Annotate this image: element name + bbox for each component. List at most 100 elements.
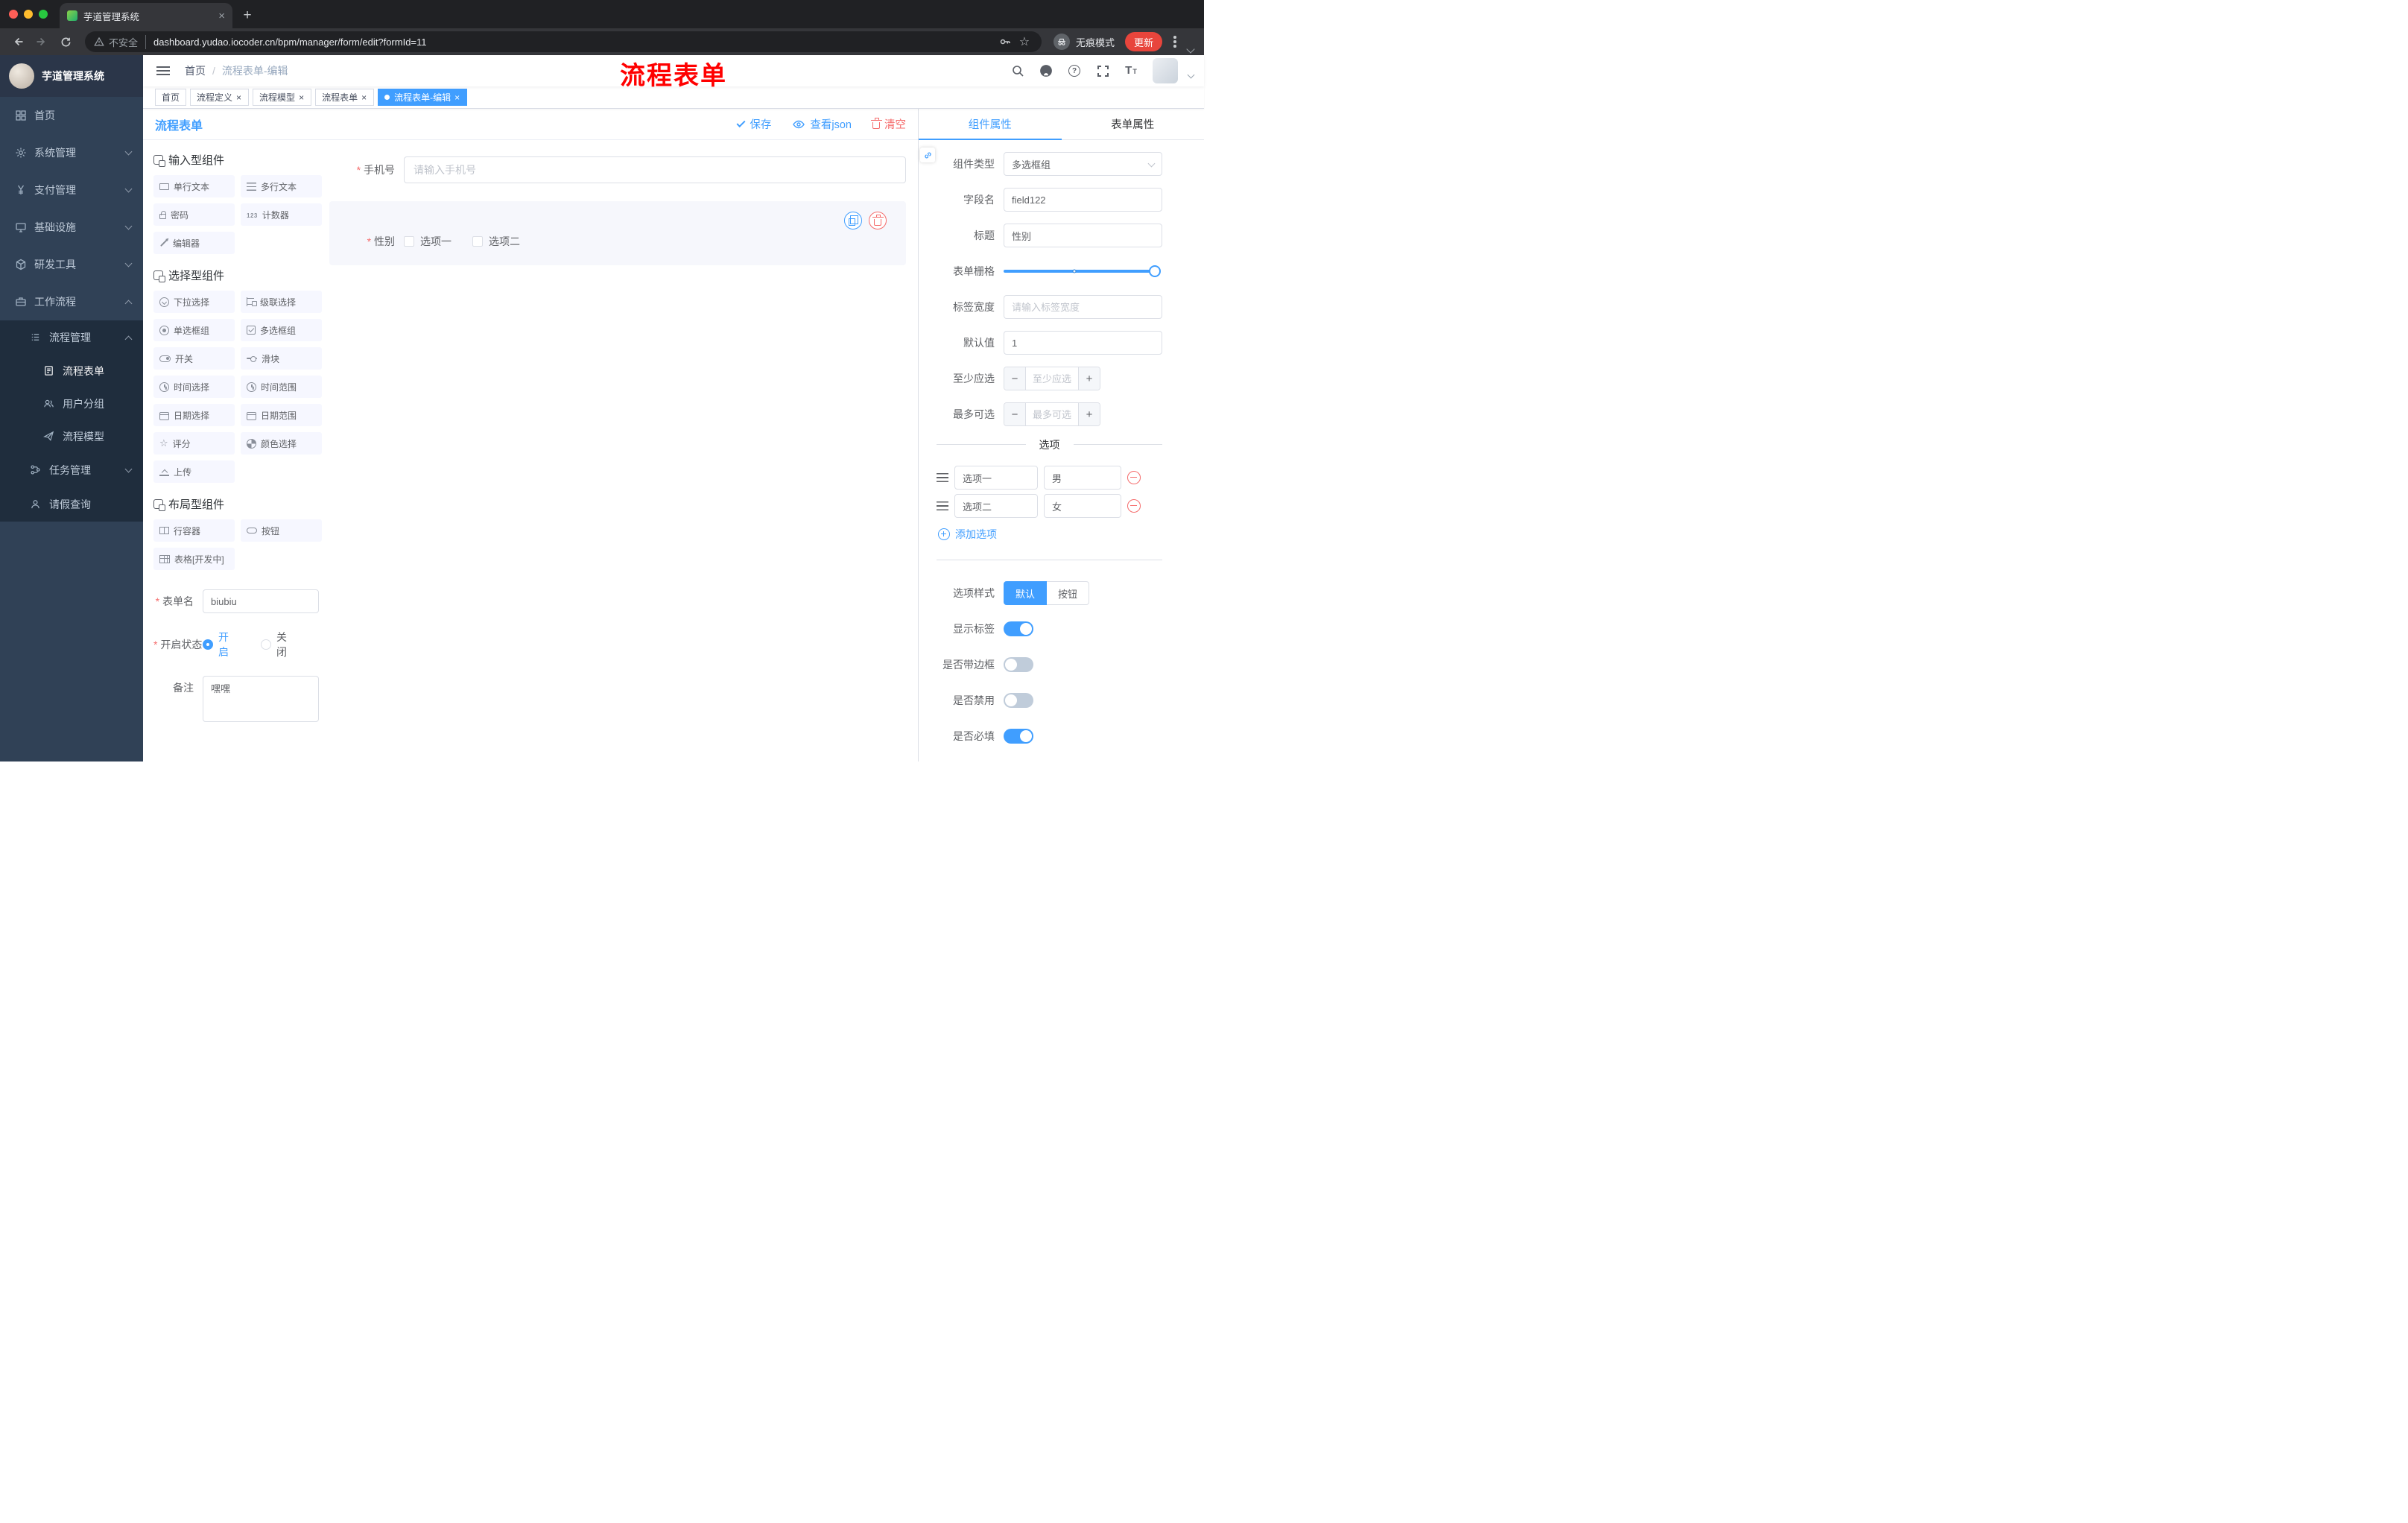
back-button[interactable] (7, 31, 28, 52)
style-default-button[interactable]: 默认 (1004, 581, 1048, 605)
option-remove-button[interactable] (1127, 499, 1141, 513)
required-switch[interactable] (1004, 729, 1033, 744)
chip-date-picker[interactable]: 日期选择 (153, 404, 235, 426)
tag-close-icon[interactable]: × (298, 93, 305, 102)
chip-color-picker[interactable]: 颜色选择 (241, 432, 322, 455)
forward-button[interactable] (31, 31, 52, 52)
sidebar-item-devtools[interactable]: 研发工具 (0, 246, 143, 283)
form-name-input[interactable] (203, 589, 319, 613)
user-avatar[interactable] (1153, 58, 1178, 83)
increase-button[interactable]: + (1078, 403, 1100, 425)
gender-option1-checkbox[interactable]: 选项一 (404, 234, 452, 249)
chip-textarea[interactable]: 多行文本 (241, 175, 322, 197)
sidebar-item-payment[interactable]: 支付管理 (0, 171, 143, 209)
show-label-switch[interactable] (1004, 621, 1033, 636)
decrease-button[interactable]: − (1004, 367, 1026, 390)
option-label-input[interactable] (954, 466, 1038, 490)
tab-component-props[interactable]: 组件属性 (919, 109, 1062, 139)
save-button[interactable]: 保存 (736, 116, 771, 132)
delete-field-button[interactable] (869, 212, 887, 229)
chip-upload[interactable]: 上传 (153, 460, 235, 483)
field-name-input[interactable] (1004, 188, 1162, 212)
tag-process-model[interactable]: 流程模型 × (253, 89, 312, 106)
tag-home[interactable]: 首页 (155, 89, 187, 106)
component-type-select[interactable]: 多选框组 (1004, 152, 1162, 176)
tab-form-props[interactable]: 表单属性 (1062, 109, 1205, 139)
github-icon[interactable] (1035, 60, 1057, 82)
sidebar-item-home[interactable]: 首页 (0, 97, 143, 134)
remark-textarea[interactable]: 嘿嘿 (203, 676, 319, 722)
security-label[interactable]: 不安全 (109, 34, 147, 49)
sidebar-item-process-management[interactable]: 流程管理 (0, 320, 143, 355)
chip-table[interactable]: 表格[开发中] (153, 548, 235, 570)
tag-close-icon[interactable]: × (454, 93, 460, 102)
title-input[interactable] (1004, 224, 1162, 247)
new-tab-button[interactable]: + (237, 5, 258, 26)
chevron-down-icon[interactable] (1186, 45, 1195, 54)
browser-menu-button[interactable] (1165, 32, 1185, 51)
status-off-radio[interactable]: 关闭 (261, 630, 297, 659)
sidebar-item-task-management[interactable]: 任务管理 (0, 453, 143, 487)
link-icon[interactable] (920, 148, 935, 162)
chip-time-range[interactable]: 时间范围 (241, 376, 322, 398)
default-value-input[interactable] (1004, 331, 1162, 355)
search-icon[interactable] (1007, 60, 1029, 82)
border-switch[interactable] (1004, 657, 1033, 672)
chip-cascader[interactable]: 级联选择 (241, 291, 322, 313)
chrome-update-button[interactable]: 更新 (1124, 32, 1162, 51)
gender-option2-checkbox[interactable]: 选项二 (472, 234, 520, 249)
copy-field-button[interactable] (844, 212, 862, 229)
slider-handle[interactable] (1149, 265, 1161, 277)
option-remove-button[interactable] (1127, 471, 1141, 484)
tab-close-icon[interactable]: × (218, 10, 225, 22)
style-button-button[interactable]: 按钮 (1047, 581, 1090, 605)
chip-switch[interactable]: 开关 (153, 347, 235, 370)
sidebar-item-process-form[interactable]: 流程表单 (0, 355, 143, 387)
collapse-sidebar-icon[interactable] (156, 66, 171, 76)
zoom-window-button[interactable] (39, 10, 48, 19)
status-on-radio[interactable]: 开启 (203, 630, 238, 659)
reload-button[interactable] (55, 31, 76, 52)
address-bar[interactable]: 不安全 dashboard.yudao.iocoder.cn/bpm/manag… (85, 31, 1042, 52)
chip-counter[interactable]: 计数器 (241, 203, 322, 226)
chip-checkbox-group[interactable]: 多选框组 (241, 319, 322, 341)
drag-handle-icon[interactable] (937, 473, 948, 482)
label-width-input[interactable] (1004, 295, 1162, 319)
chip-single-line-text[interactable]: 单行文本 (153, 175, 235, 197)
tag-close-icon[interactable]: × (361, 93, 367, 102)
add-option-link[interactable]: 添加选项 (938, 527, 1162, 542)
password-key-icon[interactable] (995, 32, 1015, 51)
tag-process-form-edit[interactable]: 流程表单-编辑 × (378, 89, 468, 106)
option-value-input[interactable] (1044, 466, 1121, 490)
close-window-button[interactable] (9, 10, 18, 19)
increase-button[interactable]: + (1078, 367, 1100, 390)
tag-close-icon[interactable]: × (235, 93, 242, 102)
max-select-input[interactable] (1026, 403, 1078, 425)
breadcrumb-home[interactable]: 首页 (185, 63, 206, 78)
disabled-switch[interactable] (1004, 693, 1033, 708)
sidebar-item-user-group[interactable]: 用户分组 (0, 387, 143, 420)
font-size-icon[interactable] (1120, 60, 1142, 82)
avatar-caret-icon[interactable] (1187, 71, 1195, 78)
chip-password[interactable]: 密码 (153, 203, 235, 226)
tag-process-definition[interactable]: 流程定义 × (190, 89, 250, 106)
phone-input[interactable] (404, 156, 906, 183)
chip-radio-group[interactable]: 单选框组 (153, 319, 235, 341)
canvas-field-phone[interactable]: 手机号 (329, 156, 906, 183)
sidebar-item-workflow[interactable]: 工作流程 (0, 283, 143, 320)
help-icon[interactable] (1063, 60, 1086, 82)
clear-button[interactable]: 清空 (870, 116, 906, 132)
chip-date-range[interactable]: 日期范围 (241, 404, 322, 426)
chip-editor[interactable]: 编辑器 (153, 232, 235, 254)
sidebar-item-leave-query[interactable]: 请假查询 (0, 487, 143, 522)
chip-slider[interactable]: 滑块 (241, 347, 322, 370)
tag-process-form[interactable]: 流程表单 × (315, 89, 375, 106)
chip-time-picker[interactable]: 时间选择 (153, 376, 235, 398)
chip-row-container[interactable]: 行容器 (153, 519, 235, 542)
fullscreen-icon[interactable] (1091, 60, 1114, 82)
bookmark-star-icon[interactable] (1015, 32, 1034, 51)
browser-tab[interactable]: 芋道管理系统 × (60, 3, 232, 28)
sidebar-item-process-model[interactable]: 流程模型 (0, 420, 143, 453)
canvas-field-gender-selected[interactable]: 性别 选项一 选项二 (329, 201, 906, 265)
option-value-input[interactable] (1044, 494, 1121, 518)
